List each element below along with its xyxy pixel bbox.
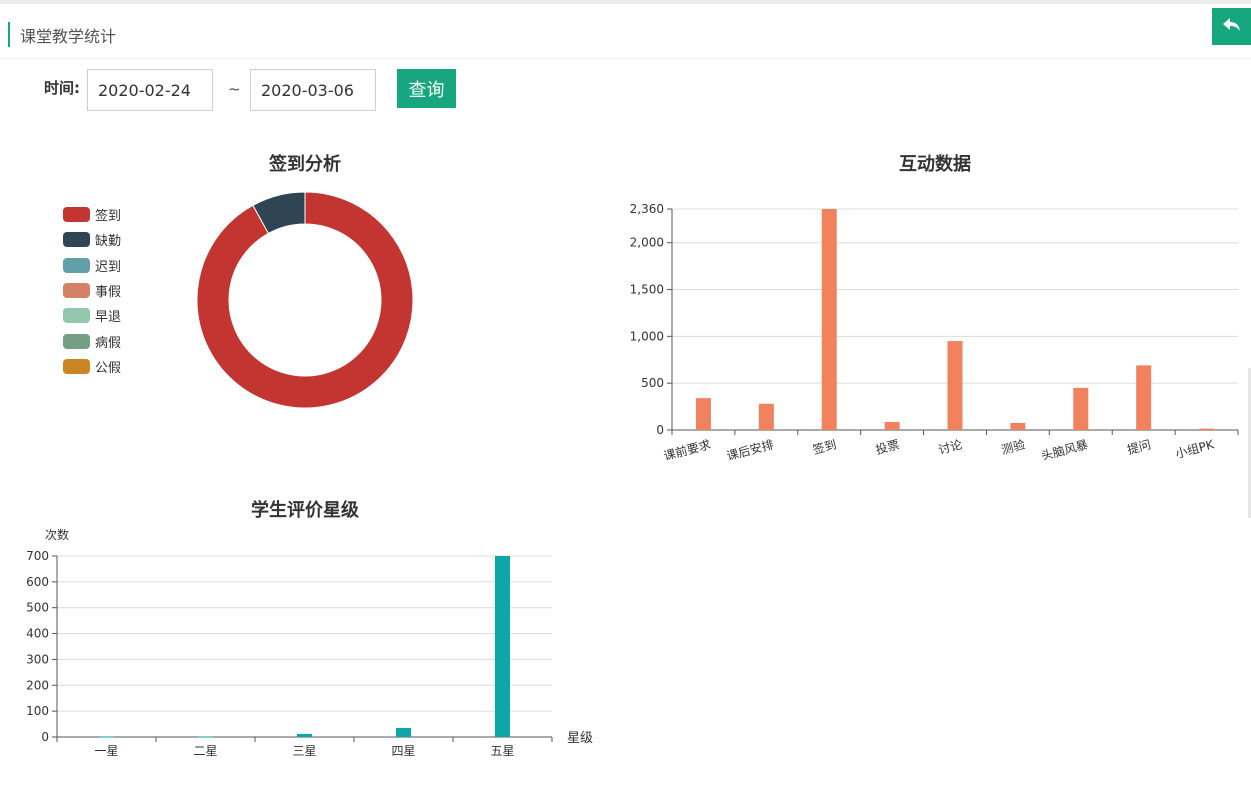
x-tick-label: 四星 xyxy=(391,744,415,758)
attendance-chart-title: 签到分析 xyxy=(269,154,341,175)
legend-label: 签到 xyxy=(95,209,122,225)
legend-label: 迟到 xyxy=(95,259,122,275)
legend-item[interactable]: 早退 xyxy=(63,303,121,328)
legend-label: 早退 xyxy=(95,310,122,326)
legend-swatch xyxy=(63,308,90,324)
x-tick-label: 头脑风暴 xyxy=(1040,437,1090,460)
x-tick-label: 测验 xyxy=(1000,436,1027,457)
query-button[interactable]: 查询 xyxy=(397,69,456,108)
y-tick-label: 2,000 xyxy=(630,236,664,250)
attendance-legend: 签到缺勤迟到事假早退病假公假 xyxy=(63,202,121,379)
bar[interactable] xyxy=(1136,365,1152,430)
bar[interactable] xyxy=(297,733,312,737)
bar[interactable] xyxy=(884,422,900,430)
legend-item[interactable]: 签到 xyxy=(63,202,121,227)
x-tick-label: 投票 xyxy=(874,436,901,457)
y-tick-label: 500 xyxy=(641,376,664,390)
back-button[interactable] xyxy=(1212,8,1251,45)
y-tick-label: 200 xyxy=(26,678,49,692)
y-tick-label: 300 xyxy=(26,652,49,666)
x-tick-label: 小组PK xyxy=(1174,437,1216,460)
legend-swatch xyxy=(63,257,90,273)
undo-arrow-icon xyxy=(1222,16,1242,37)
x-tick-label: 课前要求 xyxy=(662,436,712,460)
legend-item[interactable]: 公假 xyxy=(63,354,121,379)
y-tick-label: 0 xyxy=(41,730,49,744)
title-accent-bar xyxy=(8,22,10,47)
y-axis-label: 次数 xyxy=(45,527,69,542)
x-tick-label: 签到 xyxy=(811,436,838,457)
legend-swatch xyxy=(63,358,90,374)
time-label: 时间: xyxy=(44,79,80,97)
y-tick-label: 1,500 xyxy=(630,283,664,297)
legend-swatch xyxy=(63,207,90,223)
legend-swatch xyxy=(63,333,90,349)
x-tick-label: 五星 xyxy=(490,744,514,758)
rating-bar-chart: 0 100 200 300 400 500 600 700 一星 二星 三星 四星 五星 次数星级 xyxy=(26,527,593,758)
legend-item[interactable]: 缺勤 xyxy=(63,227,121,252)
x-tick-label: 二星 xyxy=(193,744,217,758)
y-tick-label: 400 xyxy=(26,627,49,641)
legend-swatch xyxy=(63,232,90,248)
legend-label: 缺勤 xyxy=(95,234,122,250)
interaction-bar-chart: 0 500 1,000 1,500 2,000 2,360 课前要求 课后安排 签到 投票 讨论 测验… xyxy=(630,202,1239,460)
bar[interactable] xyxy=(947,341,963,430)
bar[interactable] xyxy=(99,736,114,738)
y-tick-label: 0 xyxy=(656,423,664,437)
y-tick-label: 100 xyxy=(26,704,49,718)
bar[interactable] xyxy=(396,727,411,737)
x-tick-label: 讨论 xyxy=(937,437,964,457)
y-tick-label: 2,360 xyxy=(630,202,664,216)
legend-label: 病假 xyxy=(95,335,122,351)
bar[interactable] xyxy=(821,209,837,430)
y-tick-label: 600 xyxy=(26,575,49,589)
x-tick-label: 一星 xyxy=(94,744,118,758)
x-tick-label: 三星 xyxy=(292,744,316,758)
bar[interactable] xyxy=(1073,387,1089,430)
legend-item[interactable]: 病假 xyxy=(63,328,121,353)
x-tick-label: 提问 xyxy=(1125,436,1152,457)
bar[interactable] xyxy=(495,556,510,737)
y-tick-label: 700 xyxy=(26,549,49,563)
bar[interactable] xyxy=(758,403,774,430)
x-axis-label: 星级 xyxy=(567,731,593,746)
bar[interactable] xyxy=(695,398,711,430)
legend-swatch xyxy=(63,283,90,299)
y-tick-label: 500 xyxy=(26,601,49,615)
interaction-chart-title: 互动数据 xyxy=(899,154,971,175)
legend-label: 事假 xyxy=(95,285,122,301)
page-title: 课堂教学统计 xyxy=(20,27,117,46)
y-tick-label: 1,000 xyxy=(630,329,664,343)
x-tick-label: 课后安排 xyxy=(725,436,775,460)
legend-item[interactable]: 迟到 xyxy=(63,253,121,278)
page-header: 课堂教学统计 xyxy=(0,4,1251,59)
bar[interactable] xyxy=(1199,428,1215,430)
bar[interactable] xyxy=(1010,422,1026,430)
legend-item[interactable]: 事假 xyxy=(63,278,121,303)
start-date-input[interactable] xyxy=(87,69,213,111)
bar[interactable] xyxy=(198,736,213,738)
end-date-input[interactable] xyxy=(250,69,376,111)
rating-chart-title: 学生评价星级 xyxy=(251,500,359,521)
date-separator: ~ xyxy=(228,80,241,98)
legend-label: 公假 xyxy=(95,360,122,376)
attendance-donut-chart xyxy=(196,191,414,409)
